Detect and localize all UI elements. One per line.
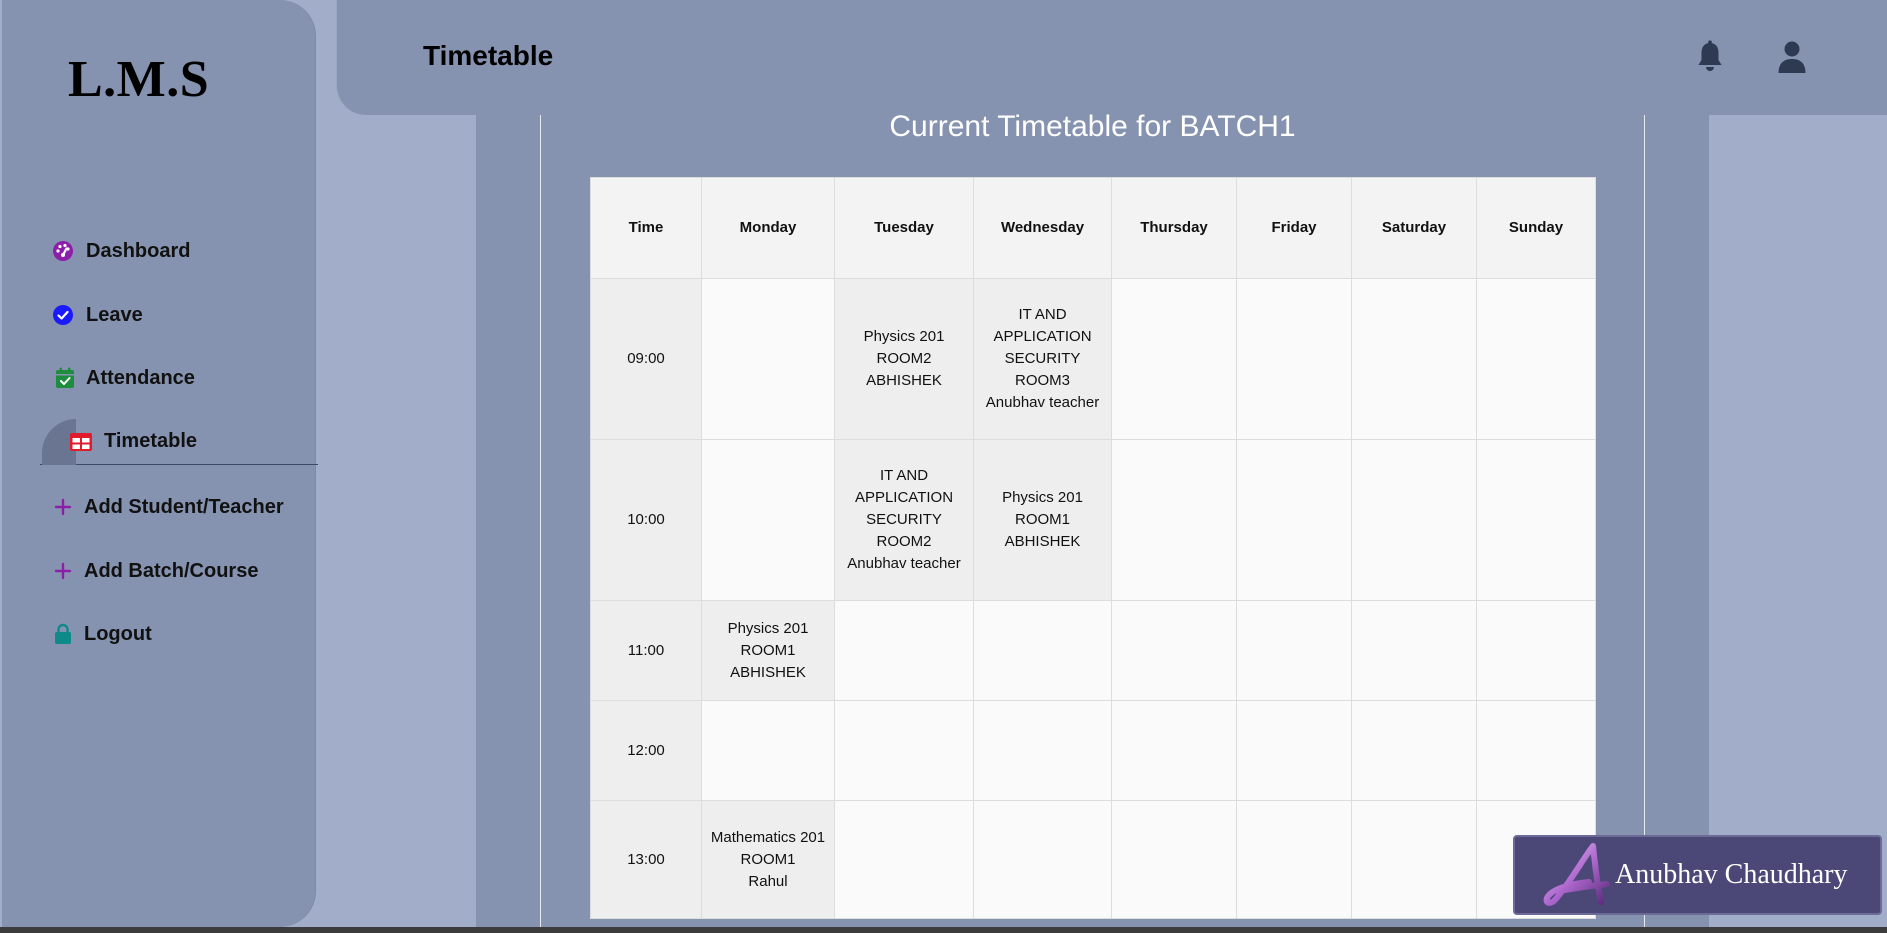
slot-cell xyxy=(1351,800,1477,919)
time-cell: 13:00 xyxy=(590,800,702,919)
slot-cell xyxy=(1351,700,1477,801)
signature-name: Anubhav Chaudhary xyxy=(1615,859,1848,890)
app-logo: L.M.S xyxy=(68,51,210,108)
slot-cell xyxy=(1351,600,1477,701)
slot-cell xyxy=(1236,278,1352,440)
sidebar-item-label: Add Student/Teacher xyxy=(84,495,284,518)
slot-cell xyxy=(1111,439,1237,601)
column-header-thursday: Thursday xyxy=(1111,177,1237,279)
sidebar-item-logout[interactable]: Logout xyxy=(40,611,318,657)
sidebar-item-label: Leave xyxy=(86,303,143,326)
slot-cell: Physics 201 ROOM1 ABHISHEK xyxy=(973,439,1112,601)
time-cell: 12:00 xyxy=(590,700,702,801)
user-icon[interactable] xyxy=(1777,40,1807,74)
slot-cell xyxy=(1111,600,1237,701)
sidebar-item-add-student-teacher[interactable]: Add Student/Teacher xyxy=(40,484,318,530)
slot-cell xyxy=(1476,600,1596,701)
plus-icon xyxy=(52,496,74,518)
slot-cell: Mathematics 201 ROOM1 Rahul xyxy=(701,800,835,919)
slot-cell xyxy=(1476,278,1596,440)
column-header-sunday: Sunday xyxy=(1476,177,1596,279)
column-header-tuesday: Tuesday xyxy=(834,177,974,279)
slot-cell xyxy=(1111,278,1237,440)
sidebar-item-label: Add Batch/Course xyxy=(84,559,259,582)
time-cell: 10:00 xyxy=(590,439,702,601)
slot-cell xyxy=(701,439,835,601)
sidebar-item-leave[interactable]: Leave xyxy=(40,292,318,338)
sidebar: L.M.S Dashboard Leave Attendance Timetab… xyxy=(2,0,318,927)
bell-icon[interactable] xyxy=(1695,40,1725,74)
slot-cell xyxy=(1236,700,1352,801)
plus-icon xyxy=(52,560,74,582)
calendar-check-icon xyxy=(54,367,76,389)
time-cell: 09:00 xyxy=(590,278,702,440)
sidebar-item-dashboard[interactable]: Dashboard xyxy=(40,228,318,274)
slot-cell xyxy=(701,278,835,440)
column-header-saturday: Saturday xyxy=(1351,177,1477,279)
signature-badge: Anubhav Chaudhary xyxy=(1513,835,1882,915)
sidebar-item-attendance[interactable]: Attendance xyxy=(40,355,318,401)
sidebar-item-add-batch-course[interactable]: Add Batch/Course xyxy=(40,548,318,594)
slot-cell xyxy=(1476,700,1596,801)
table-icon xyxy=(70,431,92,453)
slot-cell xyxy=(834,700,974,801)
table-row: 13:00 Mathematics 201 ROOM1 Rahul xyxy=(590,800,1596,919)
slot-cell xyxy=(834,600,974,701)
slot-cell xyxy=(973,700,1112,801)
column-header-wednesday: Wednesday xyxy=(973,177,1112,279)
slot-cell: Physics 201 ROOM1 ABHISHEK xyxy=(701,600,835,701)
slot-cell xyxy=(1111,700,1237,801)
slot-cell xyxy=(701,700,835,801)
sidebar-item-label: Timetable xyxy=(104,430,197,452)
slot-cell xyxy=(1476,439,1596,601)
sidebar-item-label: Logout xyxy=(84,622,152,645)
slot-cell xyxy=(1236,800,1352,919)
check-circle-icon xyxy=(52,304,74,326)
slot-cell xyxy=(973,600,1112,701)
slot-cell xyxy=(834,800,974,919)
slot-cell xyxy=(1236,439,1352,601)
time-cell: 11:00 xyxy=(590,600,702,701)
dashboard-icon xyxy=(52,240,74,262)
timetable-title: Current Timetable for BATCH1 xyxy=(889,110,1296,143)
slot-cell xyxy=(1236,600,1352,701)
table-row: 12:00 xyxy=(590,700,1596,801)
column-header-monday: Monday xyxy=(701,177,835,279)
slot-cell xyxy=(1351,278,1477,440)
timetable-table: Time Monday Tuesday Wednesday Thursday F… xyxy=(590,177,1596,919)
sidebar-item-label: Dashboard xyxy=(86,239,191,262)
column-header-friday: Friday xyxy=(1236,177,1352,279)
slot-cell xyxy=(973,800,1112,919)
table-row: 10:00 IT AND APPLICATION SECURITY ROOM2 An… xyxy=(590,439,1596,601)
slot-cell: IT AND APPLICATION SECURITY ROOM3 Anubhav … xyxy=(973,278,1112,440)
table-row: 11:00 Physics 201 ROOM1 ABHISHEK xyxy=(590,600,1596,701)
sidebar-item-label: Attendance xyxy=(86,366,195,389)
page-title: Timetable xyxy=(423,40,554,71)
sidebar-item-timetable[interactable]: Timetable xyxy=(40,419,318,465)
table-row: 09:00 Physics 201 ROOM2 ABHISHEK IT AND AP… xyxy=(590,278,1596,440)
slot-cell: IT AND APPLICATION SECURITY ROOM2 Anubhav … xyxy=(834,439,974,601)
top-header: Timetable xyxy=(336,0,1887,115)
lock-icon xyxy=(52,623,74,645)
slot-cell: Physics 201 ROOM2 ABHISHEK xyxy=(834,278,974,440)
slot-cell xyxy=(1111,800,1237,919)
column-header-time: Time xyxy=(590,177,702,279)
signature-monogram-icon xyxy=(1543,843,1610,906)
slot-cell xyxy=(1351,439,1477,601)
table-header-row: Time Monday Tuesday Wednesday Thursday F… xyxy=(590,177,1596,279)
window-bottom-edge xyxy=(0,927,1887,933)
